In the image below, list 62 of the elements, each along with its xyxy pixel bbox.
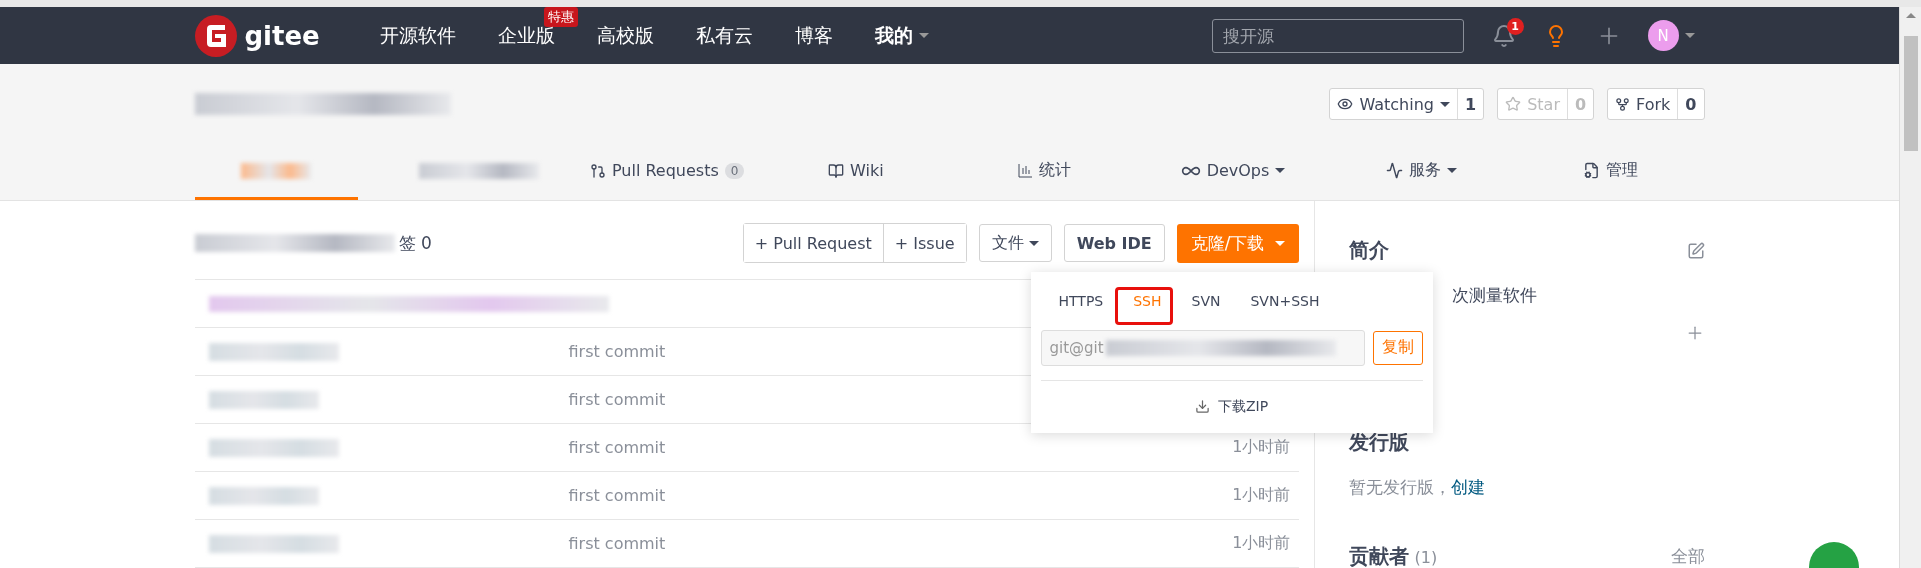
repo-action-button[interactable]: Watching 1 [1329,88,1485,120]
commit-time: 1小时前 [1232,485,1292,506]
promo-badge: 特惠 [543,6,578,27]
book-icon [828,162,844,179]
commit-time: 1小时前 [1232,533,1292,554]
blurred-text [241,162,312,179]
file-settings-icon [1582,162,1600,179]
caret-icon [1274,240,1285,246]
eye-icon [1337,96,1354,112]
download-icon [1194,399,1210,414]
fork-icon [1615,96,1631,112]
scrollbar[interactable] [1899,7,1921,568]
nav-link[interactable]: 开源软件 [379,22,456,49]
create-button[interactable]: + Issue [882,224,966,262]
nav-link[interactable]: 高校版 [596,22,654,49]
action-count: 1 [1457,89,1484,119]
protocol-tab[interactable]: SVN [1179,287,1233,315]
protocol-tab[interactable]: SVN+SSH [1238,287,1332,315]
repo-tab[interactable]: 服务 [1327,144,1516,200]
caret-icon [1684,33,1695,38]
caret-icon [1028,240,1039,246]
repo-tab[interactable]: DevOps [1138,144,1328,200]
gitee-logo-icon [194,14,237,57]
repo-tab[interactable]: 统计 [950,144,1139,200]
highlight-annotation [1115,287,1174,325]
search-field[interactable]: 搜开源 [1211,18,1464,53]
bar-chart-icon [1017,163,1033,178]
action-label: Star [1527,94,1560,114]
pulse-icon [1386,162,1404,179]
action-count: 0 [1677,89,1704,119]
commit-message: first commit [568,534,666,553]
tab-count: 0 [724,162,745,179]
repo-action-button[interactable]: Fork 0 [1607,88,1705,120]
nav-link[interactable]: 博客 [794,22,833,49]
web-ide-button[interactable]: Web IDE [1063,224,1165,262]
commit-message: first commit [568,438,666,457]
notification-count: 1 [1506,17,1524,35]
logo-text: gitee [244,20,320,51]
bell-icon[interactable] [1491,23,1516,48]
summary-text: 签 0 [398,231,432,255]
repo-tab[interactable]: 管理 [1515,144,1705,200]
intro-heading: 简介 [1348,237,1389,264]
repo-tab[interactable]: Pull Requests 0 [572,144,762,200]
commit-time: 1小时前 [1232,437,1292,458]
commit-message: first commit [568,390,666,409]
contributors-heading: 贡献者 (1) [1348,543,1438,568]
protocol-tab[interactable]: HTTPS [1046,287,1116,315]
commit-message: first commit [568,486,666,505]
action-label: Watching [1359,94,1434,114]
create-link[interactable]: 创建 [1450,476,1485,499]
star-icon [1505,96,1522,112]
nav-link[interactable]: 我的 [874,22,929,49]
repo-description: 次测量软件 [1450,284,1538,307]
pull-request-icon [590,162,606,179]
nav-link[interactable]: 私有云 [695,22,753,49]
action-count: 0 [1566,89,1594,119]
edit-icon[interactable] [1686,241,1705,260]
no-releases-text: 暂无发行版， [1348,476,1451,499]
action-label: Fork [1636,94,1671,114]
commit-message: first commit [568,342,666,361]
repo-tab[interactable]: Wiki [761,144,951,200]
file-menu-button[interactable]: 文件 [978,224,1052,262]
